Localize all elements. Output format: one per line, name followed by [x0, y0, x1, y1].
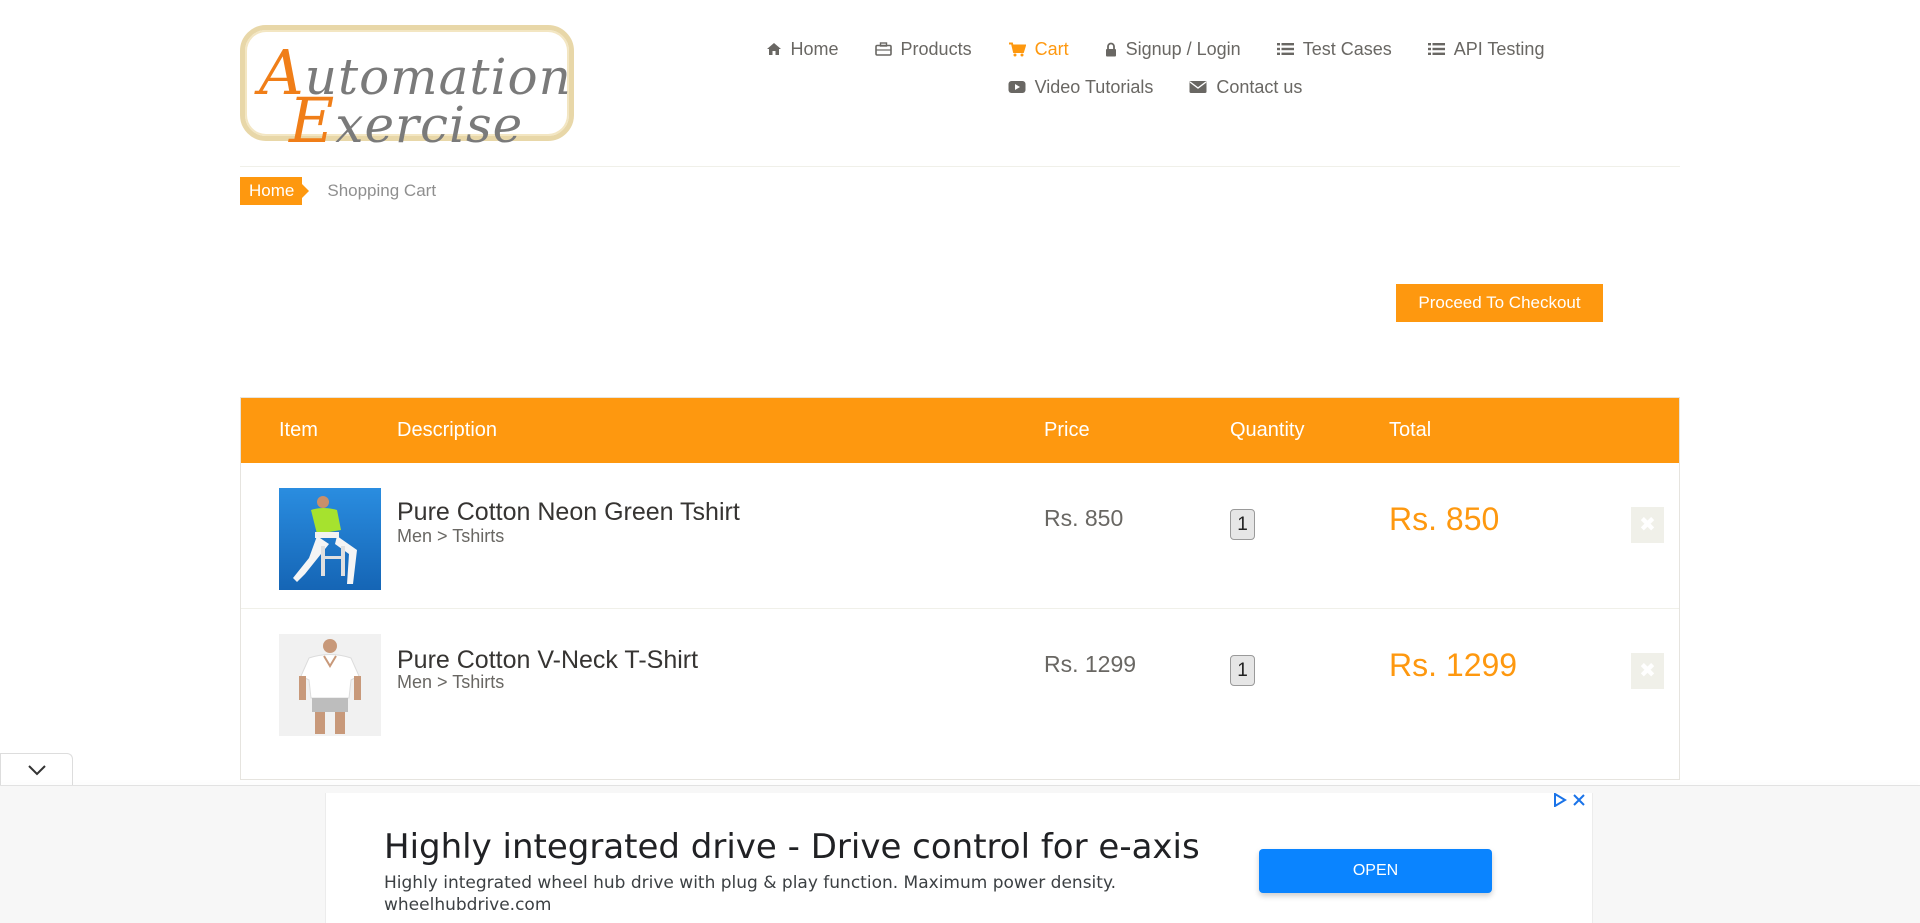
nav-video-tutorials[interactable]: Video Tutorials: [990, 74, 1172, 100]
breadcrumb: Home Shopping Cart: [240, 177, 436, 205]
ad-card[interactable]: Highly integrated drive - Drive control …: [325, 793, 1593, 923]
site-logo[interactable]: Automation Exercise: [240, 25, 574, 157]
delete-item-button[interactable]: ✖: [1631, 653, 1664, 689]
product-name-link[interactable]: Pure Cotton V-Neck T-Shirt: [397, 646, 698, 675]
product-total: Rs. 850: [1389, 501, 1500, 537]
table-row: Pure Cotton Neon Green Tshirt Men > Tshi…: [241, 463, 1679, 609]
ad-collapse-toggle[interactable]: [0, 753, 73, 785]
header-item: Item: [279, 419, 318, 441]
delete-item-button[interactable]: ✖: [1631, 507, 1664, 543]
nav-products[interactable]: Products: [857, 36, 990, 62]
nav-contact-us[interactable]: Contact us: [1171, 74, 1320, 100]
cart-table-header: Item Description Price Quantity Total: [241, 398, 1679, 463]
close-icon: ✖: [1639, 514, 1656, 536]
quantity-value: 1: [1230, 509, 1255, 540]
nav-cart[interactable]: Cart: [990, 36, 1087, 62]
youtube-play-icon: [1008, 81, 1026, 93]
nav-test-cases-label: Test Cases: [1302, 38, 1392, 59]
nav-signup-login-label: Signup / Login: [1125, 38, 1241, 59]
list-icon: [1427, 43, 1445, 55]
list-icon: [1276, 43, 1294, 55]
product-category: Men > Tshirts: [397, 672, 505, 692]
table-row: Pure Cotton V-Neck T-Shirt Men > Tshirts…: [241, 609, 1679, 755]
nav-test-cases[interactable]: Test Cases: [1259, 36, 1410, 62]
nav-row-primary: Home Products Cart Signup / Login Test C…: [740, 36, 1570, 62]
nav-products-label: Products: [900, 38, 972, 59]
product-price: Rs. 850: [1044, 505, 1124, 531]
product-image[interactable]: [279, 634, 381, 736]
logo-frame: Automation Exercise: [240, 25, 574, 157]
header-total: Total: [1389, 419, 1432, 441]
breadcrumb-current: Shopping Cart: [327, 181, 437, 200]
product-total: Rs. 1299: [1389, 647, 1518, 683]
home-icon: [766, 43, 781, 55]
ad-choices: [1553, 793, 1585, 807]
nav-row-secondary: Video Tutorials Contact us: [740, 74, 1570, 100]
nav-api-testing-label: API Testing: [1453, 38, 1545, 59]
nav-api-testing[interactable]: API Testing: [1410, 36, 1563, 62]
header-price: Price: [1044, 419, 1090, 441]
product-image[interactable]: [279, 488, 381, 590]
adchoices-icon[interactable]: [1553, 793, 1567, 807]
cart-icon: [1008, 42, 1026, 56]
close-icon: ✖: [1639, 660, 1656, 682]
header-quantity: Quantity: [1230, 419, 1305, 441]
logo-line2: Exercise: [289, 84, 524, 157]
envelope-icon: [1189, 81, 1207, 93]
header-divider: [240, 166, 1680, 167]
nav-cart-label: Cart: [1034, 38, 1069, 59]
ad-headline[interactable]: Highly integrated drive - Drive control …: [384, 827, 1200, 867]
header-description: Description: [397, 419, 498, 441]
main-nav: Home Products Cart Signup / Login Test C…: [740, 36, 1570, 100]
briefcase-icon: [874, 42, 892, 56]
nav-contact-us-label: Contact us: [1216, 76, 1303, 97]
ad-description: Highly integrated wheel hub drive with p…: [384, 873, 1116, 893]
lock-icon: [1105, 42, 1116, 56]
breadcrumb-home-link[interactable]: Home: [240, 177, 310, 205]
nav-home[interactable]: Home: [748, 36, 857, 62]
product-name-link[interactable]: Pure Cotton Neon Green Tshirt: [397, 498, 740, 527]
quantity-value: 1: [1230, 655, 1255, 686]
product-category: Men > Tshirts: [397, 526, 505, 546]
nav-home-label: Home: [790, 38, 839, 59]
chevron-down-icon: [27, 764, 46, 775]
ad-url[interactable]: wheelhubdrive.com: [384, 895, 551, 915]
nav-signup-login[interactable]: Signup / Login: [1087, 36, 1259, 62]
close-icon[interactable]: [1573, 794, 1585, 806]
product-price: Rs. 1299: [1044, 651, 1137, 677]
proceed-to-checkout-button[interactable]: Proceed To Checkout: [1396, 284, 1603, 322]
nav-video-tutorials-label: Video Tutorials: [1034, 76, 1154, 97]
ad-open-button[interactable]: OPEN: [1259, 849, 1492, 893]
cart-table: Item Description Price Quantity Total Pu…: [240, 397, 1680, 780]
